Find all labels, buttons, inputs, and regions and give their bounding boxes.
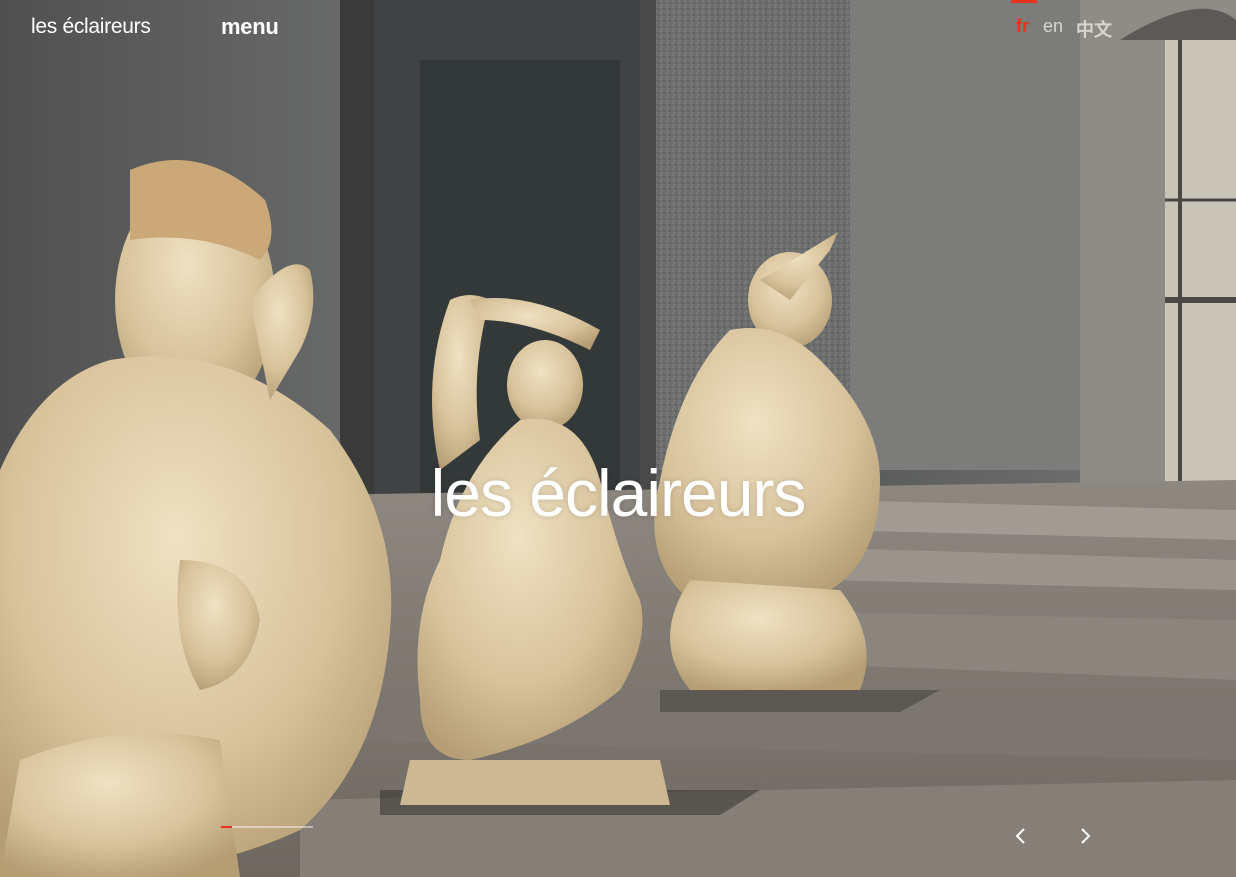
chevron-left-icon [1015, 828, 1025, 844]
hero-title-logo: les éclaireurs [430, 456, 807, 530]
hero-image [0, 0, 1236, 877]
slider-prev-button[interactable] [1007, 822, 1035, 850]
language-en[interactable]: en [1043, 16, 1063, 37]
slider-progress-fill [221, 826, 233, 828]
site-logo[interactable]: les éclaireurs [31, 15, 151, 39]
slider-progress-bar [221, 826, 313, 828]
language-fr[interactable]: fr [1016, 16, 1029, 37]
language-zh[interactable]: 中文 [1076, 16, 1112, 42]
active-language-indicator [1011, 0, 1037, 3]
menu-button[interactable]: menu [221, 14, 279, 40]
slider-next-button[interactable] [1071, 822, 1099, 850]
chevron-right-icon [1081, 828, 1091, 844]
top-navigation: les éclaireurs menu fr en 中文 [0, 0, 1236, 60]
hero-illustration [0, 0, 1236, 877]
